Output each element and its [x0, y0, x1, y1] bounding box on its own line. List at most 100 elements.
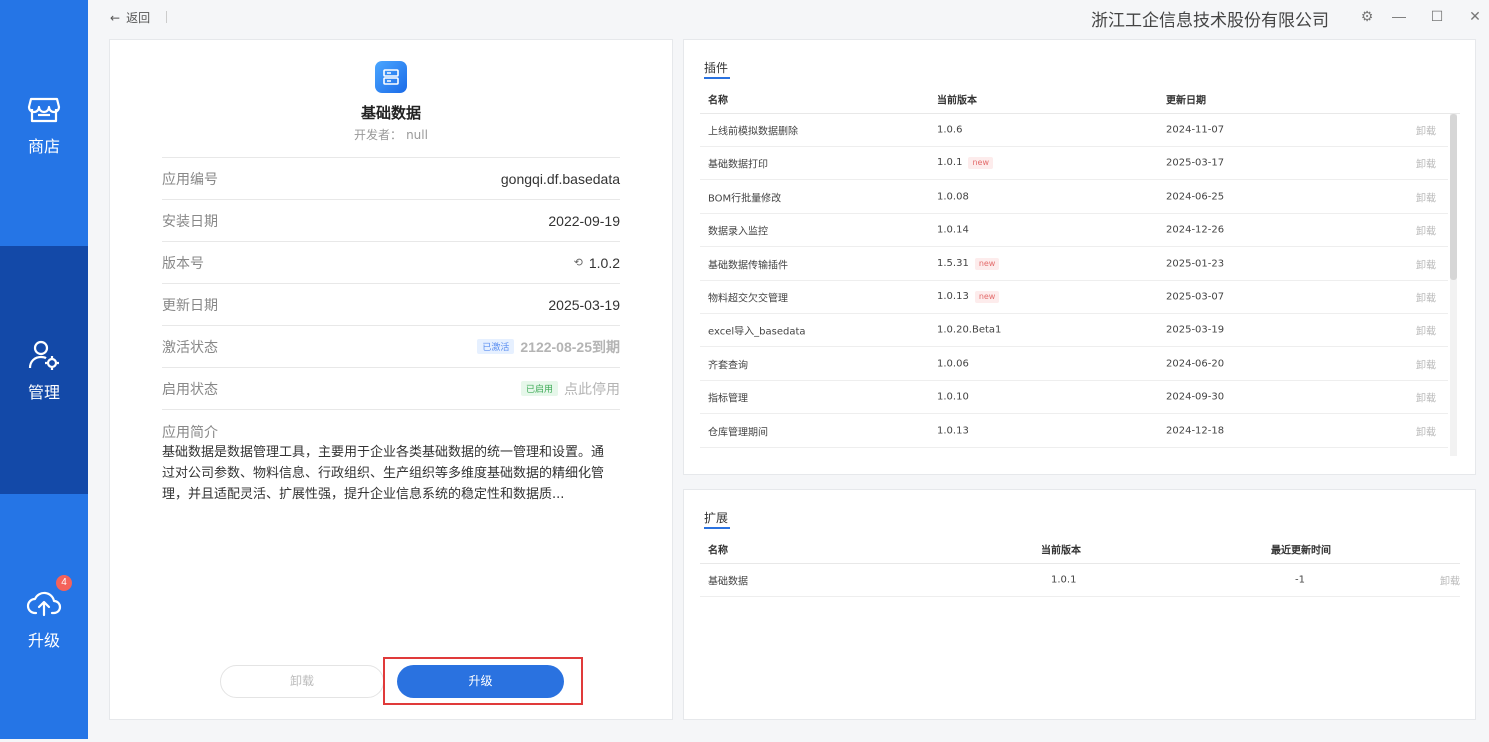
info-key: 安装日期 [162, 213, 218, 230]
app-icon [375, 61, 407, 93]
company-name: 浙江工企信息技术股份有限公司 [1091, 11, 1329, 31]
plugin-date: 2024-06-25 [1166, 191, 1225, 203]
uninstall-link[interactable]: 卸载 [1416, 323, 1436, 338]
info-value: 2022-09-19 [548, 212, 620, 229]
table-row: 指标管理 1.0.10 2024-09-30 卸载 [700, 381, 1448, 415]
version-text: 1.0.06 [937, 358, 969, 370]
column-header: 当前版本 [1041, 545, 1081, 556]
close-icon[interactable]: ✕ [1465, 6, 1485, 26]
uninstall-link[interactable]: 卸载 [1416, 423, 1436, 438]
column-header: 最近更新时间 [1271, 545, 1331, 556]
column-header: 名称 [708, 545, 728, 556]
scrollbar[interactable] [1450, 114, 1457, 456]
uninstall-link[interactable]: 卸载 [1416, 356, 1436, 371]
version-text: 1.5.31 [937, 257, 969, 269]
uninstall-link[interactable]: 卸载 [1416, 256, 1436, 271]
info-key: 版本号 [162, 255, 204, 272]
plugin-name: 齐套查询 [708, 360, 748, 372]
version-text: 1.0.10 [937, 391, 969, 403]
maximize-icon[interactable]: ☐ [1427, 6, 1447, 26]
sidebar: 商店 管理 4 升级 [0, 0, 88, 739]
plugin-date: 2024-09-30 [1166, 391, 1225, 403]
table-row: BOM行批量修改 1.0.08 2024-06-25 卸载 [700, 181, 1448, 214]
plugin-version: 1.0.6 [937, 125, 962, 136]
table-header: 名称 当前版本 更新日期 [700, 84, 1460, 114]
plugin-date: 2024-12-26 [1166, 224, 1225, 236]
sidebar-item-label: 商店 [27, 137, 60, 156]
uninstall-link[interactable]: 卸载 [1440, 573, 1460, 588]
version-text: 1.0.2 [588, 254, 620, 271]
uninstall-link[interactable]: 卸载 [1416, 223, 1436, 238]
plugin-name: 数据录入监控 [708, 226, 768, 238]
plugin-name: 基础数据传输插件 [708, 260, 788, 272]
version-text: 1.0.1 [937, 157, 963, 169]
upgrade-button[interactable]: 升级 [397, 665, 564, 698]
table-header: 名称 当前版本 最近更新时间 [700, 534, 1460, 564]
sidebar-item-label: 升级 [27, 631, 60, 650]
scroll-thumb[interactable] [1450, 114, 1457, 280]
sidebar-item-manage[interactable]: 管理 [0, 246, 88, 494]
uninstall-button[interactable]: 卸载 [220, 665, 384, 698]
column-header: 名称 [708, 95, 728, 106]
disable-link[interactable]: 点此停用 [564, 379, 620, 399]
info-key: 启用状态 [162, 381, 218, 398]
version-text: 1.0.13 [937, 291, 969, 302]
info-key: 更新日期 [162, 297, 218, 314]
arrow-left-icon: ← [110, 10, 121, 25]
column-header: 更新日期 [1166, 95, 1206, 106]
info-value: gongqi.df.basedata [500, 170, 620, 187]
uninstall-link[interactable]: 卸载 [1416, 123, 1436, 138]
sidebar-item-store[interactable]: 商店 [0, 0, 88, 248]
plugin-version: 1.0.14 [937, 225, 969, 236]
new-badge: new [974, 257, 1000, 270]
version-text: 1.0.6 [937, 124, 963, 136]
gear-icon[interactable]: ⚙ [1357, 6, 1377, 26]
table-row: 基础数据传输插件 1.5.31 new 2025-01-23 卸载 [700, 248, 1448, 281]
back-button[interactable]: ← 返回 [110, 9, 150, 26]
plugin-version: 1.5.31 new [937, 257, 1000, 270]
history-icon: ⟲ [573, 257, 583, 269]
developer-value: null [406, 128, 428, 142]
section-title[interactable]: 插件 [704, 59, 731, 79]
info-row-version: 版本号 ⟲ 1.0.2 [162, 241, 620, 283]
info-row-app-id: 应用编号 gongqi.df.basedata [162, 157, 620, 199]
new-badge: new [974, 291, 1000, 303]
user-gear-icon [26, 337, 62, 373]
sidebar-item-upgrade[interactable]: 4 升级 [0, 494, 88, 742]
plugin-name: 指标管理 [708, 393, 748, 405]
extensions-panel: 扩展 名称 当前版本 最近更新时间 基础数据 1.0.1 -1 卸载 [683, 489, 1476, 720]
table-row: 基础数据 1.0.1 -1 卸载 [700, 564, 1460, 597]
plugin-date: 2025-03-19 [1166, 324, 1225, 336]
column-header: 当前版本 [937, 95, 977, 106]
info-value: 已激活 2122-08-25到期 [477, 337, 620, 357]
uninstall-link[interactable]: 卸载 [1416, 390, 1436, 405]
info-value[interactable]: ⟲ 1.0.2 [574, 255, 620, 271]
uninstall-link[interactable]: 卸载 [1416, 189, 1436, 204]
uninstall-link[interactable]: 卸载 [1416, 290, 1436, 305]
new-badge: new [968, 157, 993, 170]
store-icon [26, 91, 62, 127]
info-row-update-date: 更新日期 2025-03-19 [162, 283, 620, 325]
title-bar: ← 返回 浙江工企信息技术股份有限公司 ⚙ — ☐ ✕ [88, 0, 1489, 34]
plugin-version: 1.0.20.Beta1 [937, 325, 1001, 336]
plugin-date: 2024-06-20 [1166, 358, 1225, 370]
info-row-enable-status: 启用状态 已启用 点此停用 [162, 367, 620, 409]
info-row-activation: 激活状态 已激活 2122-08-25到期 [162, 325, 620, 367]
info-value: 已启用 点此停用 [520, 379, 620, 399]
sidebar-item-label: 管理 [27, 383, 60, 402]
minimize-icon[interactable]: — [1389, 6, 1409, 26]
description-text: 基础数据是数据管理工具，主要用于企业各类基础数据的统一管理和设置。通过对公司参数… [162, 445, 605, 502]
app-title: 基础数据 [360, 104, 421, 122]
developer-label: 开发者： [354, 128, 403, 142]
ext-version: 1.0.1 [1051, 574, 1077, 586]
app-detail-panel: 基础数据 开发者： null 应用编号 gongqi.df.basedata 安装… [109, 39, 673, 720]
plugin-date: 2025-03-07 [1166, 291, 1225, 303]
cloud-upload-icon: 4 [26, 575, 72, 621]
version-text: 1.0.20.Beta1 [937, 324, 1002, 336]
plugin-date: 2024-11-07 [1166, 124, 1225, 136]
plugin-version: 1.0.06 [937, 358, 969, 369]
plugin-version: 1.0.1 new [937, 157, 993, 170]
section-title[interactable]: 扩展 [704, 509, 731, 529]
uninstall-link[interactable]: 卸载 [1416, 156, 1436, 171]
ext-name: 基础数据 [708, 576, 748, 588]
